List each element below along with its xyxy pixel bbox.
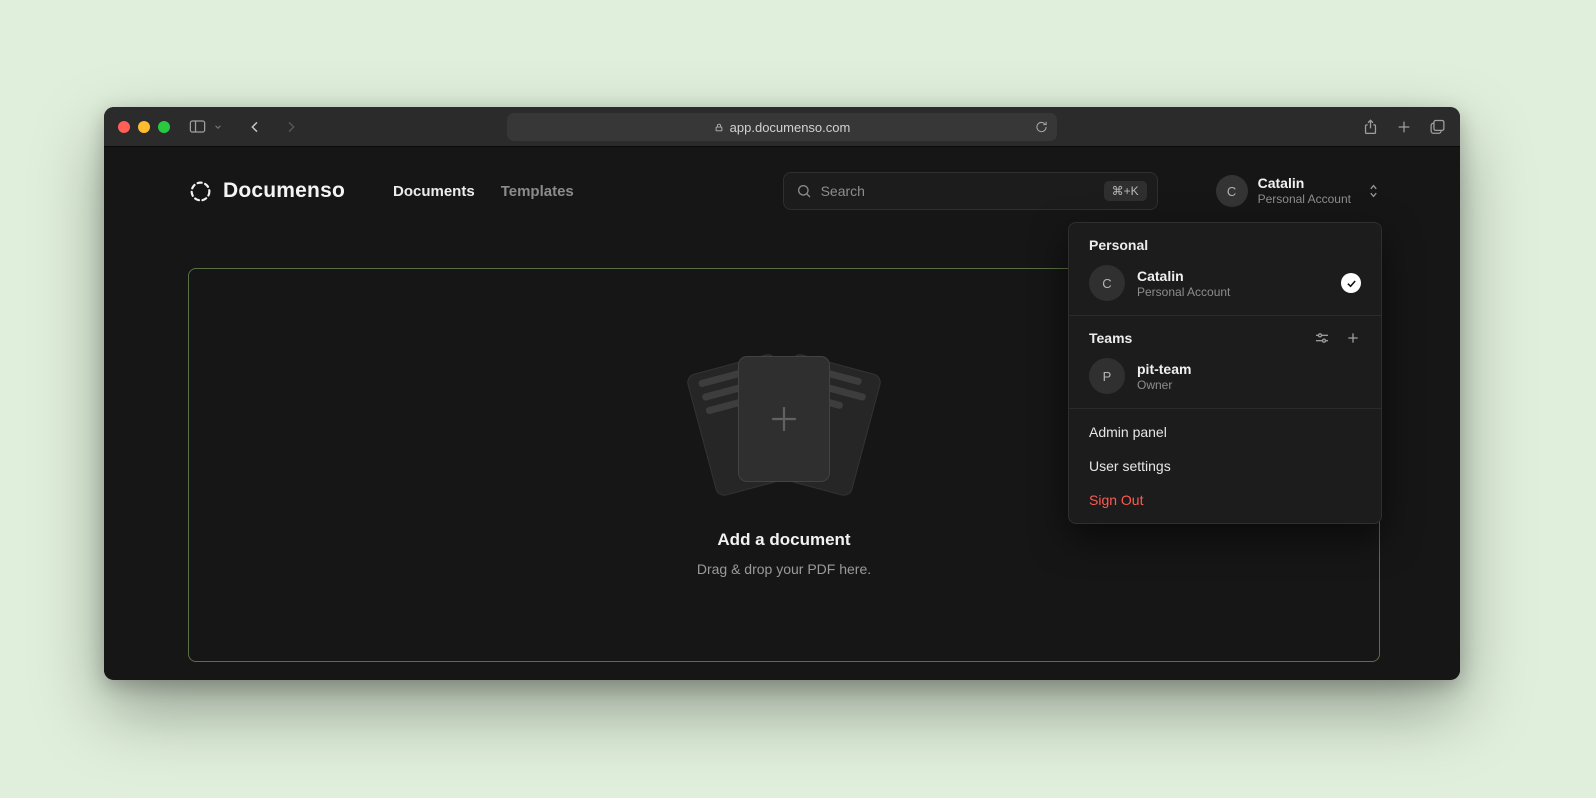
dropzone-title: Add a document — [717, 530, 850, 550]
search-placeholder: Search — [821, 183, 865, 199]
sidebar-toggle-icon[interactable] — [188, 117, 207, 136]
team-avatar: P — [1089, 358, 1125, 394]
manage-teams-icon[interactable] — [1314, 330, 1330, 346]
browser-chrome: app.documenso.com — [104, 107, 1460, 147]
menu-item-user-settings[interactable]: User settings — [1069, 449, 1381, 483]
nav-documents[interactable]: Documents — [393, 183, 475, 200]
teams-section-label: Teams — [1089, 330, 1132, 346]
add-team-icon[interactable] — [1345, 330, 1361, 346]
zoom-window-button[interactable] — [158, 121, 170, 133]
account-name: Catalin — [1258, 175, 1351, 192]
menu-item-admin-panel[interactable]: Admin panel — [1069, 415, 1381, 449]
tab-overview-icon[interactable] — [1429, 118, 1446, 135]
chevron-updown-icon — [1367, 183, 1380, 199]
reload-icon[interactable] — [1035, 121, 1048, 134]
account-type: Personal Account — [1258, 192, 1351, 207]
browser-window: app.documenso.com Documenso — [104, 107, 1460, 680]
main-nav: Documents Templates — [393, 183, 574, 200]
search-input[interactable]: Search ⌘+K — [783, 172, 1158, 210]
forward-button-icon[interactable] — [283, 119, 299, 135]
traffic-lights — [118, 121, 170, 133]
personal-type: Personal Account — [1137, 285, 1230, 300]
search-icon — [796, 183, 812, 199]
chevron-down-icon[interactable] — [213, 122, 223, 132]
personal-name: Catalin — [1137, 267, 1230, 285]
url-text: app.documenso.com — [730, 120, 851, 135]
app-content: Documenso Documents Templates Search ⌘+K… — [104, 147, 1460, 679]
personal-avatar: C — [1089, 265, 1125, 301]
plus-icon — [765, 400, 803, 438]
back-button-icon[interactable] — [247, 119, 263, 135]
documents-illustration — [684, 354, 884, 494]
nav-templates[interactable]: Templates — [501, 183, 574, 200]
team-name: pit-team — [1137, 360, 1191, 378]
menu-actions: Admin panel User settings Sign Out — [1069, 409, 1381, 523]
menu-item-sign-out[interactable]: Sign Out — [1069, 483, 1381, 517]
lock-icon — [714, 122, 724, 133]
personal-section-label: Personal — [1081, 235, 1369, 253]
menu-teams-section: Teams P pit-team Owner — [1069, 316, 1381, 408]
account-avatar: C — [1216, 175, 1248, 207]
new-tab-icon[interactable] — [1396, 119, 1412, 135]
share-icon[interactable] — [1362, 118, 1379, 136]
illustration-card-center — [738, 356, 830, 482]
brand[interactable]: Documenso — [188, 179, 345, 204]
account-dropdown-menu: Personal C Catalin Personal Account Team… — [1068, 222, 1382, 524]
brand-name: Documenso — [223, 179, 345, 203]
menu-item-personal-account[interactable]: C Catalin Personal Account — [1081, 263, 1369, 303]
menu-item-team[interactable]: P pit-team Owner — [1081, 356, 1369, 396]
minimize-window-button[interactable] — [138, 121, 150, 133]
search-shortcut-badge: ⌘+K — [1104, 181, 1147, 201]
team-role: Owner — [1137, 378, 1191, 393]
address-bar[interactable]: app.documenso.com — [507, 113, 1057, 141]
dropzone-subtitle: Drag & drop your PDF here. — [697, 561, 871, 577]
chrome-right-actions — [1362, 118, 1446, 136]
documenso-logo-icon — [188, 179, 213, 204]
selected-check-icon — [1341, 273, 1361, 293]
account-menu-trigger[interactable]: C Catalin Personal Account — [1216, 175, 1380, 207]
close-window-button[interactable] — [118, 121, 130, 133]
menu-personal-section: Personal C Catalin Personal Account — [1069, 223, 1381, 315]
